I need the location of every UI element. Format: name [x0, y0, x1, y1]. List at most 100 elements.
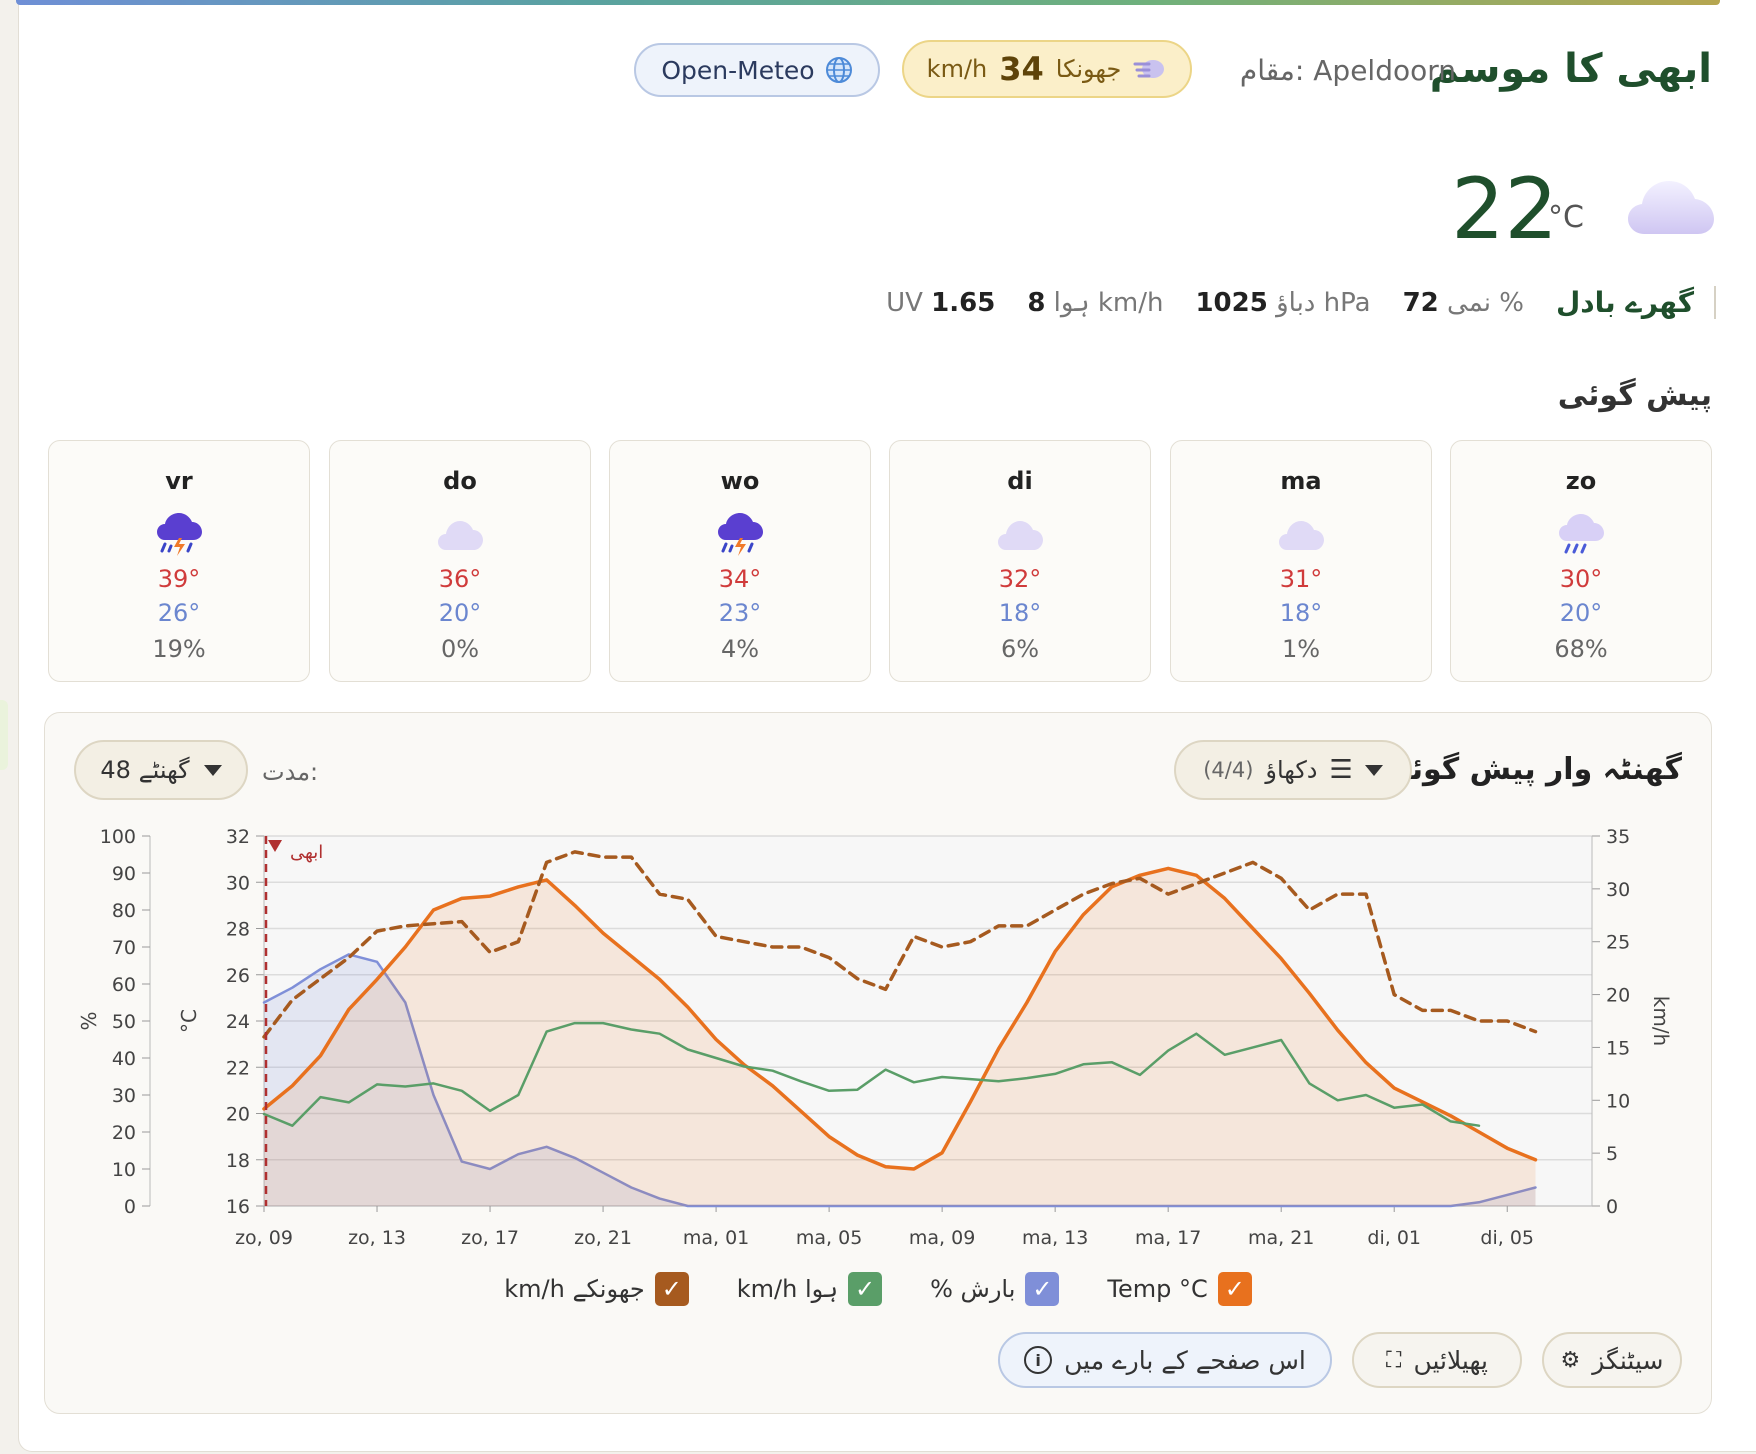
day-low: 18°: [1279, 599, 1323, 627]
current-temp-unit: °C: [1548, 200, 1584, 235]
thunderstorm-icon: [610, 507, 870, 563]
y-kmh-tick: 35: [1606, 826, 1630, 848]
hourly-title: گھنٹہ وار پیش گوئی: [1381, 752, 1682, 787]
day-high: 31°: [1279, 565, 1323, 593]
day-precip: 6%: [1000, 635, 1040, 663]
y-temp-tick: 24: [226, 1011, 250, 1033]
forecast-day[interactable]: ma 31° 18° 1%: [1170, 440, 1432, 682]
legend-label: ہوا km/h: [736, 1275, 839, 1303]
now-label: ابھی: [290, 842, 323, 863]
expand-button[interactable]: ⛶ پھیلائیں: [1352, 1332, 1522, 1388]
gear-icon: ⚙: [1560, 1347, 1581, 1373]
y-temp-tick: 22: [226, 1057, 250, 1079]
day-high: 36°: [438, 565, 482, 593]
y-pct-tick: 20: [112, 1122, 136, 1144]
humidity-stat: نمی 72 %: [1403, 288, 1524, 318]
about-button[interactable]: i اس صفحے کے بارے میں: [998, 1332, 1332, 1388]
day-precip: 0%: [440, 635, 480, 663]
checkbox-icon[interactable]: ✓: [654, 1272, 689, 1306]
settings-button[interactable]: ⚙ سیٹنگز: [1542, 1332, 1682, 1388]
x-tick: zo, 21: [574, 1227, 632, 1249]
x-tick: zo, 13: [348, 1227, 406, 1249]
y-pct-title: %: [77, 1011, 101, 1030]
y-temp-tick: 20: [226, 1104, 250, 1126]
legend-precip[interactable]: ✓ بارش %: [930, 1272, 1060, 1306]
y-pct-tick: 30: [112, 1085, 136, 1107]
forecast-day[interactable]: wo 34° 23° 4%: [609, 440, 871, 682]
thunderstorm-icon: [49, 507, 309, 563]
legend-label: جھونکے km/h: [504, 1275, 645, 1303]
legend-gust[interactable]: ✓ جھونکے km/h: [504, 1272, 689, 1306]
y-temp-tick: 32: [226, 826, 250, 848]
info-icon: i: [1024, 1346, 1053, 1374]
x-tick: ma, 21: [1248, 1227, 1314, 1249]
current-stats: گھرے بادل نمی 72 % دباؤ 1025 hPa ہوا 8 k…: [886, 286, 1716, 319]
location-label: مقام:: [1239, 54, 1305, 87]
uv-label: UV: [886, 287, 923, 318]
y-pct-tick: 10: [112, 1159, 136, 1181]
source-badge[interactable]: Open-Meteo: [634, 43, 880, 97]
series-count: (4/4): [1203, 758, 1254, 782]
legend-wind[interactable]: ✓ ہوا km/h: [736, 1272, 883, 1306]
day-name: zo: [1565, 467, 1597, 495]
day-high: 30°: [1559, 565, 1603, 593]
y-kmh-tick: 30: [1606, 879, 1630, 901]
checkbox-icon[interactable]: ✓: [1217, 1272, 1252, 1306]
humidity-unit: %: [1499, 287, 1524, 318]
pressure-value: 1025: [1195, 287, 1268, 318]
y-temp-tick: 26: [226, 965, 250, 987]
forecast-days: zo 30° 20° 68% ma 31° 18° 1% di 32° 18° …: [44, 440, 1712, 684]
menu-icon: ☰: [1329, 755, 1353, 785]
cloud-icon: [1171, 507, 1431, 563]
x-tick: zo, 09: [235, 1227, 293, 1249]
y-kmh-title: km/h: [1649, 996, 1673, 1046]
source-label: Open-Meteo: [661, 55, 815, 85]
gust-unit: km/h: [926, 55, 988, 83]
day-precip: 68%: [1554, 635, 1608, 663]
checkbox-icon[interactable]: ✓: [1025, 1272, 1060, 1306]
y-temp-tick: 18: [226, 1150, 250, 1172]
pressure-label: دباؤ: [1276, 287, 1316, 318]
humidity-label: نمی: [1447, 287, 1491, 318]
y-pct-tick: 40: [112, 1048, 136, 1070]
y-kmh-tick: 5: [1606, 1143, 1618, 1165]
settings-label: سیٹنگز: [1592, 1345, 1664, 1375]
wind-label: ہوا: [1053, 287, 1090, 318]
forecast-day[interactable]: zo 30° 20° 68%: [1450, 440, 1712, 682]
chevron-down-icon: [1364, 764, 1383, 776]
y-temp-tick: 30: [226, 872, 250, 894]
y-pct-tick: 0: [124, 1196, 136, 1218]
y-pct-tick: 100: [100, 826, 136, 848]
condition: گھرے بادل: [1555, 286, 1694, 319]
checkbox-icon[interactable]: ✓: [848, 1272, 883, 1306]
day-precip: 1%: [1281, 635, 1321, 663]
legend-temp[interactable]: ✓ Temp °C: [1107, 1272, 1252, 1306]
day-high: 32°: [998, 565, 1042, 593]
uv-stat: UV 1.65: [886, 288, 995, 318]
current-temp: 22: [1451, 160, 1558, 258]
duration-dropdown[interactable]: 48 گھنٹے: [74, 740, 248, 800]
forecast-day[interactable]: di 32° 18° 6%: [889, 440, 1151, 682]
duration-value: 48 گھنٹے: [100, 756, 190, 784]
forecast-day[interactable]: do 36° 20° 0%: [329, 440, 591, 682]
series-toggle-dropdown[interactable]: (4/4) دکھاؤ ☰: [1174, 740, 1412, 800]
forecast-day[interactable]: vr 39° 26° 19%: [48, 440, 310, 682]
y-pct-tick: 90: [112, 863, 136, 885]
side-tab[interactable]: [0, 700, 8, 770]
pressure-stat: دباؤ 1025 hPa: [1195, 288, 1370, 318]
day-high: 39°: [157, 565, 201, 593]
chevron-down-icon: [203, 764, 222, 776]
wind-icon: [1133, 60, 1165, 78]
y-kmh-tick: 10: [1606, 1090, 1630, 1112]
day-low: 20°: [1559, 599, 1603, 627]
day-precip: 4%: [720, 635, 760, 663]
y-pct-tick: 50: [112, 1011, 136, 1033]
wind-unit: km/h: [1097, 287, 1164, 318]
y-kmh-tick: 25: [1606, 932, 1630, 954]
y-temp-tick: 16: [226, 1196, 250, 1218]
y-pct-tick: 60: [112, 974, 136, 996]
x-tick: ma, 13: [1022, 1227, 1088, 1249]
pressure-unit: hPa: [1323, 287, 1371, 318]
hourly-chart: 1618202224262830320102030405060708090100…: [77, 826, 1673, 1249]
day-low: 18°: [998, 599, 1042, 627]
